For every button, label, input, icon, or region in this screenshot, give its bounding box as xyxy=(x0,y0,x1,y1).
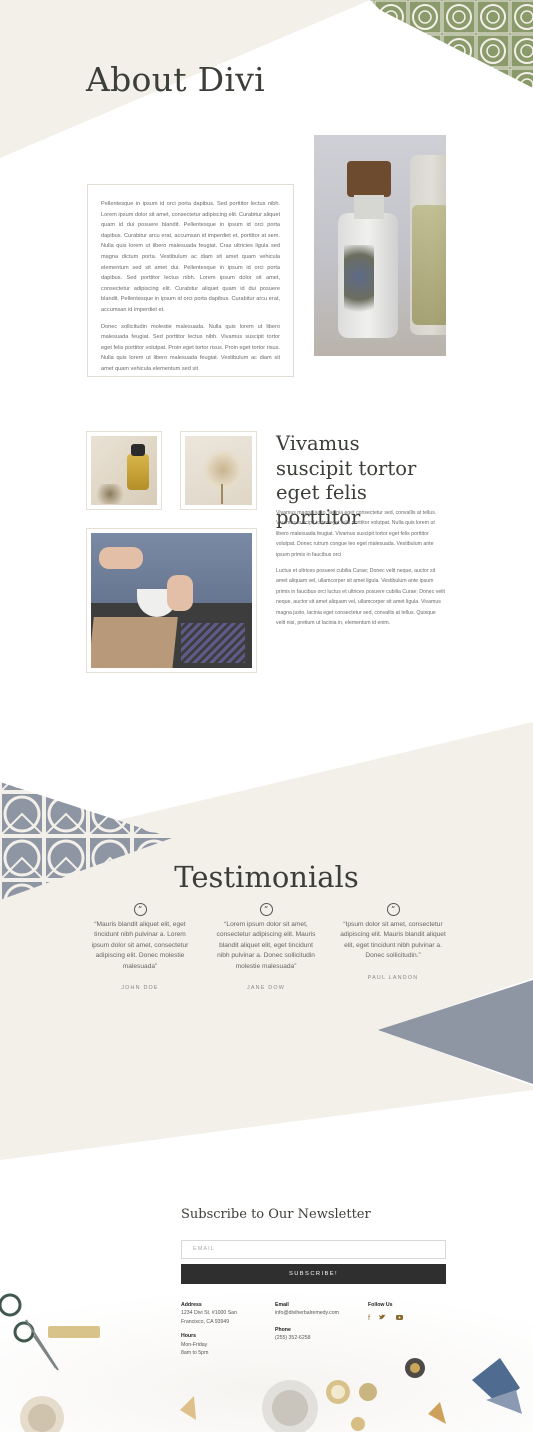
lavender-bundle xyxy=(181,623,245,663)
about-paragraph-1: Pellentesque in ipsum id orci porta dapi… xyxy=(101,201,280,313)
dried-flower-petals xyxy=(203,450,243,490)
testimonial-author: JOHN DOE xyxy=(121,985,159,992)
hand-right xyxy=(167,575,193,611)
feature-image-oil-bottle xyxy=(86,431,162,510)
oil-bottle-cap xyxy=(131,444,145,456)
about-title: About Divi xyxy=(86,60,266,99)
testimonials-title: Testimonials xyxy=(174,860,359,894)
about-image-bottles xyxy=(314,135,446,356)
bottle-neck xyxy=(354,195,384,219)
bottle-herbs xyxy=(344,245,374,325)
quote-icon: ” xyxy=(259,903,273,916)
hours-line-2: 8am to 5pm xyxy=(181,1350,209,1357)
twitter-icon[interactable] xyxy=(379,1314,387,1323)
feature-image-mortar-pestle xyxy=(86,528,257,673)
testimonial-quote: “Ipsum dolor sit amet, consectetur adipi… xyxy=(340,921,446,960)
follow-label: Follow Us xyxy=(368,1302,393,1308)
address-line-2: Francisco, CA 93949 xyxy=(181,1318,230,1325)
contact-address-block: Address 1234 Divi St. #1000 San Francisc… xyxy=(181,1301,261,1357)
email-link[interactable]: info@diviherbalremedy.com xyxy=(275,1309,365,1317)
oil-bottle xyxy=(127,454,149,490)
about-text-box: Pellentesque in ipsum id orci porta dapi… xyxy=(87,184,294,377)
email-label: Email xyxy=(275,1302,289,1308)
quote-icon: ” xyxy=(386,903,400,916)
social-icons: f xyxy=(368,1314,448,1323)
dried-flowers xyxy=(93,484,127,504)
testimonial-3: ” “Ipsum dolor sit amet, consectetur adi… xyxy=(339,903,447,981)
testimonial-quote: “Lorem ipsum dolor sit amet, consectetur… xyxy=(216,921,316,970)
testimonial-author: PAUL LANDON xyxy=(367,974,419,981)
address-line-1: 1234 Divi St. #1000 San xyxy=(181,1310,237,1317)
feature-paragraph-2: Luctus et ultrices posuere cubilia Curae… xyxy=(276,568,445,627)
facebook-icon[interactable]: f xyxy=(368,1315,370,1323)
contact-email-block: Email info@diviherbalremedy.com Phone (2… xyxy=(275,1301,365,1343)
dried-flower-stem xyxy=(221,484,223,504)
email-input[interactable]: EMAIL xyxy=(181,1240,446,1259)
bottle-liquid-right xyxy=(412,205,446,325)
bottle-cork xyxy=(347,161,391,197)
feature-text: Vivamus magna justo, lacinia eget consec… xyxy=(276,508,446,628)
hours-line-1: Mon-Friday xyxy=(181,1341,208,1348)
about-paragraph-2: Donec sollicitudin molestie malesuada. N… xyxy=(101,323,280,372)
newsletter-title: Subscribe to Our Newsletter xyxy=(181,1207,371,1222)
phone-label: Phone xyxy=(275,1326,291,1333)
phone-value: (255) 352-6258 xyxy=(275,1335,311,1342)
testimonial-quote: “Mauris blandit aliquet elit, eget tinci… xyxy=(91,921,189,970)
testimonial-author: JANE DOW xyxy=(246,985,286,992)
quote-icon: ” xyxy=(133,903,147,916)
youtube-icon[interactable] xyxy=(395,1315,403,1323)
subscribe-button[interactable]: SUBSCRIBE! xyxy=(181,1264,446,1284)
feature-image-dried-flower xyxy=(180,431,257,510)
hand-left xyxy=(99,547,143,569)
hours-label: Hours xyxy=(181,1333,196,1340)
contact-social-block: Follow Us f xyxy=(368,1301,448,1324)
testimonial-1: ” “Mauris blandit aliquet elit, eget tin… xyxy=(86,903,194,991)
address-label: Address xyxy=(181,1302,202,1308)
testimonial-2: ” “Lorem ipsum dolor sit amet, consectet… xyxy=(212,903,320,991)
feature-paragraph-1: Vivamus magna justo, lacinia eget consec… xyxy=(276,510,437,558)
paper-sheet xyxy=(91,617,178,668)
